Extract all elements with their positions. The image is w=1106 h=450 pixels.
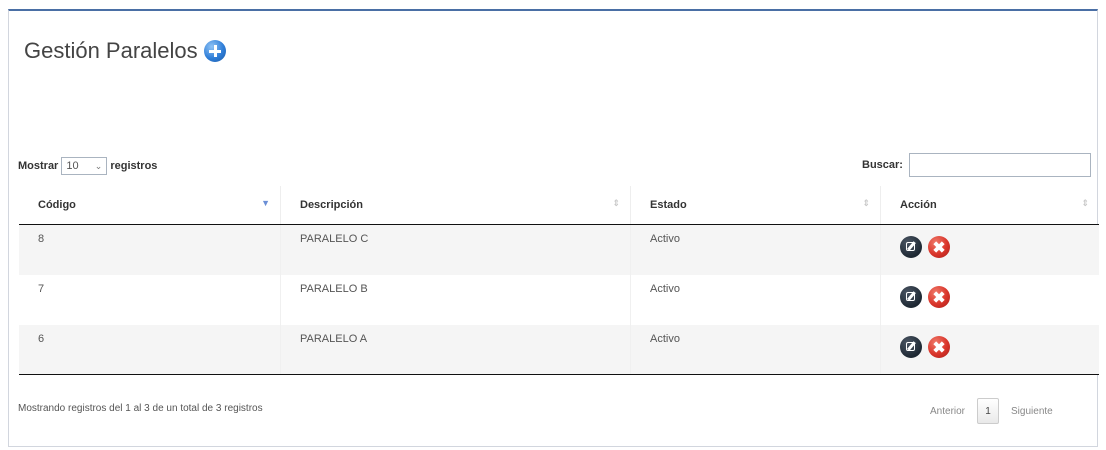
table-header-row: Código ▼ Descripción ⇕ Estado ⇕ Acción ⇕ bbox=[19, 186, 1099, 225]
row-actions bbox=[900, 333, 1099, 358]
cell-codigo: 6 bbox=[19, 324, 281, 375]
delete-icon[interactable] bbox=[928, 236, 950, 258]
row-actions bbox=[900, 233, 1099, 258]
show-label: Mostrar bbox=[18, 160, 59, 172]
pagination: Anterior 1 Siguiente bbox=[930, 398, 1053, 424]
search-control: Buscar: bbox=[862, 153, 1091, 177]
add-circle-icon[interactable] bbox=[203, 40, 226, 62]
sort-both-icon: ⇕ bbox=[862, 198, 870, 208]
table-info: Mostrando registros del 1 al 3 de un tot… bbox=[18, 403, 263, 414]
next-page-link[interactable]: Siguiente bbox=[1011, 406, 1053, 417]
cell-estado: Activo bbox=[630, 324, 881, 375]
cell-estado: Activo bbox=[630, 274, 881, 325]
sort-desc-icon: ▼ bbox=[261, 198, 270, 208]
cell-accion bbox=[880, 324, 1099, 375]
paralelos-table: Código ▼ Descripción ⇕ Estado ⇕ Acción ⇕… bbox=[19, 186, 1099, 375]
cell-accion bbox=[880, 274, 1099, 325]
sort-both-icon: ⇕ bbox=[1081, 198, 1089, 208]
edit-icon[interactable] bbox=[900, 236, 922, 258]
cell-descripcion: PARALELO C bbox=[280, 224, 631, 275]
column-header-codigo[interactable]: Código ▼ bbox=[19, 186, 281, 225]
page-length-select[interactable]: 10 ⌄ bbox=[61, 157, 108, 175]
header: Gestión Paralelos bbox=[24, 38, 226, 64]
previous-page-link[interactable]: Anterior bbox=[930, 406, 965, 417]
table-row: 6 PARALELO A Activo bbox=[19, 324, 1099, 375]
column-label: Código bbox=[38, 199, 76, 211]
cell-descripcion: PARALELO B bbox=[280, 274, 631, 325]
edit-icon[interactable] bbox=[900, 335, 922, 358]
column-header-estado[interactable]: Estado ⇕ bbox=[630, 186, 881, 225]
delete-icon[interactable] bbox=[928, 285, 950, 308]
table-row: 8 PARALELO C Activo bbox=[19, 224, 1099, 275]
column-label: Estado bbox=[650, 199, 687, 211]
edit-icon[interactable] bbox=[900, 285, 922, 308]
chevron-down-icon: ⌄ bbox=[94, 160, 103, 171]
search-label: Buscar: bbox=[862, 159, 903, 171]
cell-descripcion: PARALELO A bbox=[280, 324, 631, 375]
delete-icon[interactable] bbox=[928, 335, 950, 358]
page-length-control: Mostrar 10 ⌄ registros bbox=[18, 157, 157, 175]
column-label: Descripción bbox=[300, 199, 363, 211]
cell-codigo: 7 bbox=[19, 274, 281, 325]
cell-codigo: 8 bbox=[19, 224, 281, 275]
column-header-descripcion[interactable]: Descripción ⇕ bbox=[280, 186, 631, 225]
page-number-button[interactable]: 1 bbox=[977, 398, 1000, 424]
search-input[interactable] bbox=[908, 153, 1091, 177]
cell-accion bbox=[880, 224, 1099, 275]
page-title: Gestión Paralelos bbox=[24, 38, 198, 63]
sort-both-icon: ⇕ bbox=[612, 198, 620, 208]
column-label: Acción bbox=[900, 199, 937, 211]
cell-estado: Activo bbox=[630, 224, 881, 275]
records-label: registros bbox=[110, 160, 158, 172]
column-header-accion[interactable]: Acción ⇕ bbox=[880, 186, 1099, 225]
page-length-value: 10 bbox=[66, 160, 79, 172]
row-actions bbox=[900, 283, 1099, 308]
table-row: 7 PARALELO B Activo bbox=[19, 274, 1099, 325]
